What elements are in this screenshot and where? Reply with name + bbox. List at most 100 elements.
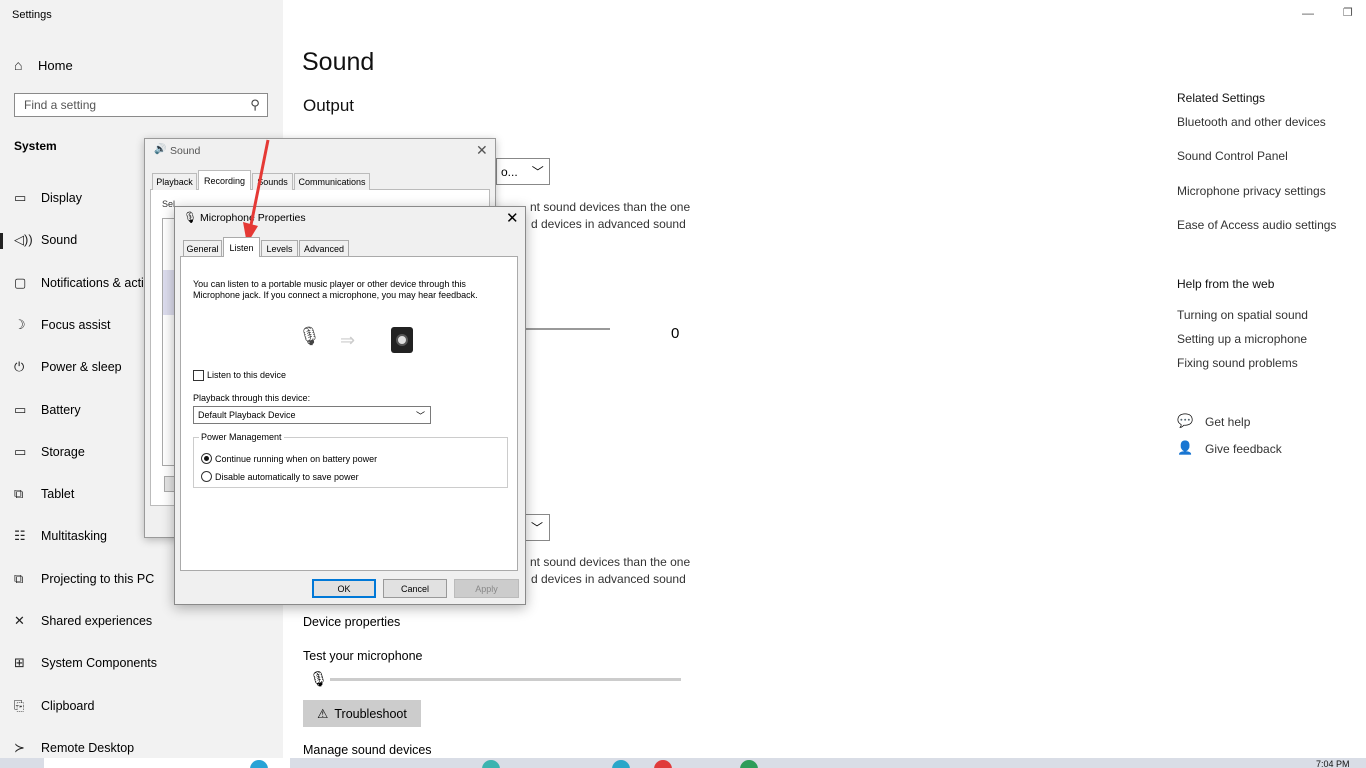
listen-checkbox-label[interactable]: Listen to this device [207,370,286,380]
output-heading: Output [303,96,355,115]
sidebar-item-label: Storage [41,445,85,459]
restore-button[interactable]: ❐ [1343,6,1353,19]
display-icon: ▭ [14,190,27,205]
active-indicator [0,233,3,249]
search-input[interactable]: Find a setting ⚲ [14,93,268,117]
listen-description: You can listen to a portable music playe… [193,279,478,300]
related-link-sound-control-panel[interactable]: Sound Control Panel [1177,149,1288,163]
related-link-ease-of-access[interactable]: Ease of Access audio settings [1177,218,1336,232]
shared-icon: ✕ [14,613,25,628]
chevron-down-icon: ﹀ [530,521,543,535]
chevron-down-icon: ﹀ [415,410,425,421]
page-title: Sound [302,48,375,76]
playback-device-value: Default Playback Device [198,410,296,420]
test-mic-label: Test your microphone [303,649,423,663]
warning-icon: ⚠ [317,707,329,721]
projecting-icon: ⧉ [14,571,24,586]
components-icon: ⊞ [14,655,25,670]
sidebar-item-clipboard[interactable]: ⎘ Clipboard [0,691,283,721]
clipboard-icon: ⎘ [14,698,25,713]
output-hint-line2: d devices in advanced sound [531,217,686,231]
sidebar-item-label: Tablet [41,487,75,501]
sidebar-item-label: Shared experiences [41,614,153,628]
radio-disable-automatically-label[interactable]: Disable automatically to save power [215,472,359,482]
manage-devices-link[interactable]: Manage sound devices [303,743,432,757]
minimize-button[interactable]: — [1302,6,1314,20]
microphone-icon: 🎙 [183,212,197,224]
microphone-icon: 🎙 [298,326,321,346]
tab-advanced[interactable]: Advanced [299,240,349,257]
tab-listen[interactable]: Listen [223,237,260,257]
microphone-icon: 🎙 [309,671,329,688]
sidebar-item-label: Battery [41,403,81,417]
home-nav[interactable]: ⌂ Home [14,54,274,76]
home-label: Home [38,57,73,73]
related-settings-heading: Related Settings [1177,91,1266,105]
feedback-icon: 👤 [1177,440,1194,455]
sound-dialog-title: Sound [170,145,201,157]
annotation-arrow-icon [243,139,270,244]
close-icon[interactable]: ✕ [476,142,488,159]
power-icon: ⏻ [14,359,25,374]
help-heading: Help from the web [1177,277,1275,291]
sidebar-item-label: System Components [41,656,158,670]
ok-button[interactable]: OK [312,579,376,598]
moon-icon: ☽ [14,317,26,332]
volume-value: 0 [671,325,680,342]
radio-continue-running-label[interactable]: Continue running when on battery power [215,454,377,464]
sidebar-item-label: Notifications & acti [41,276,144,290]
tab-general[interactable]: General [183,240,222,257]
radio-disable-automatically[interactable] [201,471,212,482]
speaker-icon [391,327,413,353]
tab-communications[interactable]: Communications [294,173,370,190]
search-icon: ⚲ [250,97,260,112]
sidebar-item-system-components[interactable]: ⊞ System Components [0,648,283,678]
section-title: System [14,139,57,153]
storage-icon: ▭ [14,444,27,459]
volume-slider[interactable] [520,328,610,330]
troubleshoot-button[interactable]: ⚠ Troubleshoot [303,700,421,727]
device-properties-link[interactable]: Device properties [303,615,400,629]
sidebar-item-label: Sound [41,233,78,247]
playback-device-select[interactable]: Default Playback Device ﹀ [193,406,431,424]
taskbar-clock: 7:04 PM [1316,759,1350,768]
help-link-microphone[interactable]: Setting up a microphone [1177,332,1307,346]
battery-icon: ▭ [14,402,27,417]
input-hint-line1: nt sound devices than the one [530,555,691,569]
cancel-button[interactable]: Cancel [383,579,447,598]
sidebar-item-label: Power & sleep [41,360,122,374]
listen-checkbox[interactable] [193,370,204,381]
output-device-dropdown[interactable]: o... ﹀ [496,158,550,185]
playback-label: Playback through this device: [193,393,311,403]
help-link-fixing[interactable]: Fixing sound problems [1177,356,1298,370]
notifications-icon: ▢ [14,275,27,290]
close-icon[interactable]: ✕ [506,209,519,227]
sound-dialog-icon: 🔊 [154,144,167,155]
help-link-spatial[interactable]: Turning on spatial sound [1177,308,1308,322]
tab-playback[interactable]: Playback [152,173,197,190]
output-device-value: o... [501,164,518,179]
tablet-icon: ⧉ [14,486,24,501]
sidebar-item-shared-experiences[interactable]: ✕ Shared experiences [0,606,283,636]
input-device-dropdown[interactable]: ﹀ [524,514,550,541]
give-feedback-link[interactable]: Give feedback [1205,442,1282,456]
app-title: Settings [12,9,52,21]
speaker-icon: ◁)) [14,232,33,247]
radio-continue-running[interactable] [201,453,212,464]
arrow-right-icon: ⇒ [340,330,356,350]
power-management-legend: Power Management [199,432,284,442]
related-link-bluetooth[interactable]: Bluetooth and other devices [1177,115,1326,129]
chevron-down-icon: ﹀ [531,165,544,179]
get-help-link[interactable]: Get help [1205,415,1250,429]
remote-desktop-icon: ≻ [14,740,25,755]
related-link-mic-privacy[interactable]: Microphone privacy settings [1177,184,1326,198]
get-help-icon: 💬 [1177,413,1194,428]
sidebar-item-label: Clipboard [41,699,95,713]
apply-button[interactable]: Apply [454,579,519,598]
search-placeholder: Find a setting [24,98,97,112]
home-icon: ⌂ [14,57,23,73]
sidebar-item-label: Remote Desktop [41,741,135,755]
sidebar-item-label: Focus assist [41,318,111,332]
radio-dot [204,456,209,461]
multitasking-icon: ☷ [14,528,26,543]
